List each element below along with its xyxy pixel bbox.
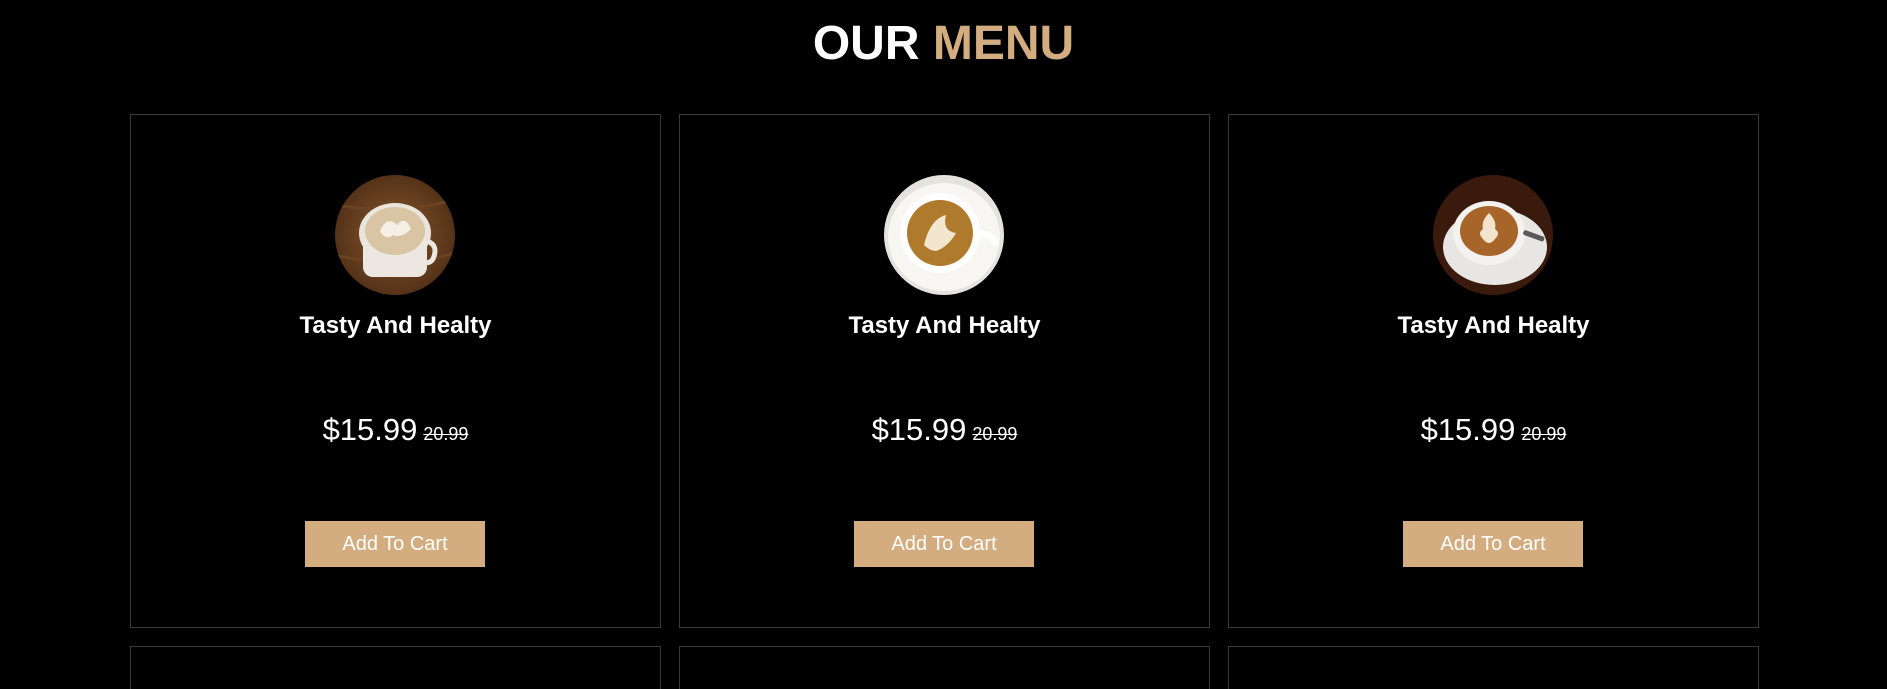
product-price: $15.99 20.99 [680, 410, 1209, 456]
product-image-latte-art [1433, 175, 1553, 295]
current-price: $15.99 [1420, 412, 1516, 447]
menu-card: Tasty And Healty $15.99 20.99 Add To Cart [130, 114, 661, 628]
current-price: $15.99 [322, 412, 418, 447]
product-price: $15.99 20.99 [1229, 410, 1758, 456]
section-heading: OUR MENU [0, 16, 1887, 72]
latte-art-saucer-image [1433, 175, 1553, 295]
menu-card-partial [1228, 646, 1759, 689]
add-to-cart-button[interactable]: Add To Cart [854, 521, 1034, 567]
cappuccino-top-view-image [884, 175, 1004, 295]
menu-section: OUR MENU Tasty And Healty $15.99 20.99 A… [0, 0, 1887, 689]
old-price: 20.99 [972, 424, 1018, 444]
product-title: Tasty And Healty [1397, 312, 1590, 339]
add-to-cart-button[interactable]: Add To Cart [305, 521, 485, 567]
menu-card: Tasty And Healty $15.99 20.99 Add To Cart [1228, 114, 1759, 628]
menu-card-partial [679, 646, 1210, 689]
current-price: $15.99 [871, 412, 967, 447]
product-image-cappuccino [884, 175, 1004, 295]
menu-grid: Tasty And Healty $15.99 20.99 Add To Cart… [130, 114, 1760, 689]
product-title: Tasty And Healty [848, 312, 1041, 339]
latte-cup-on-wood-image [335, 175, 455, 295]
menu-card: Tasty And Healty $15.99 20.99 Add To Cart [679, 114, 1210, 628]
product-price: $15.99 20.99 [131, 410, 660, 456]
old-price: 20.99 [423, 424, 469, 444]
heading-word-menu: MENU [932, 17, 1075, 70]
product-image-latte [335, 175, 455, 295]
heading-word-our: OUR [812, 17, 920, 70]
add-to-cart-button[interactable]: Add To Cart [1403, 521, 1583, 567]
old-price: 20.99 [1521, 424, 1567, 444]
menu-card-partial [130, 646, 661, 689]
product-title: Tasty And Healty [299, 312, 492, 339]
